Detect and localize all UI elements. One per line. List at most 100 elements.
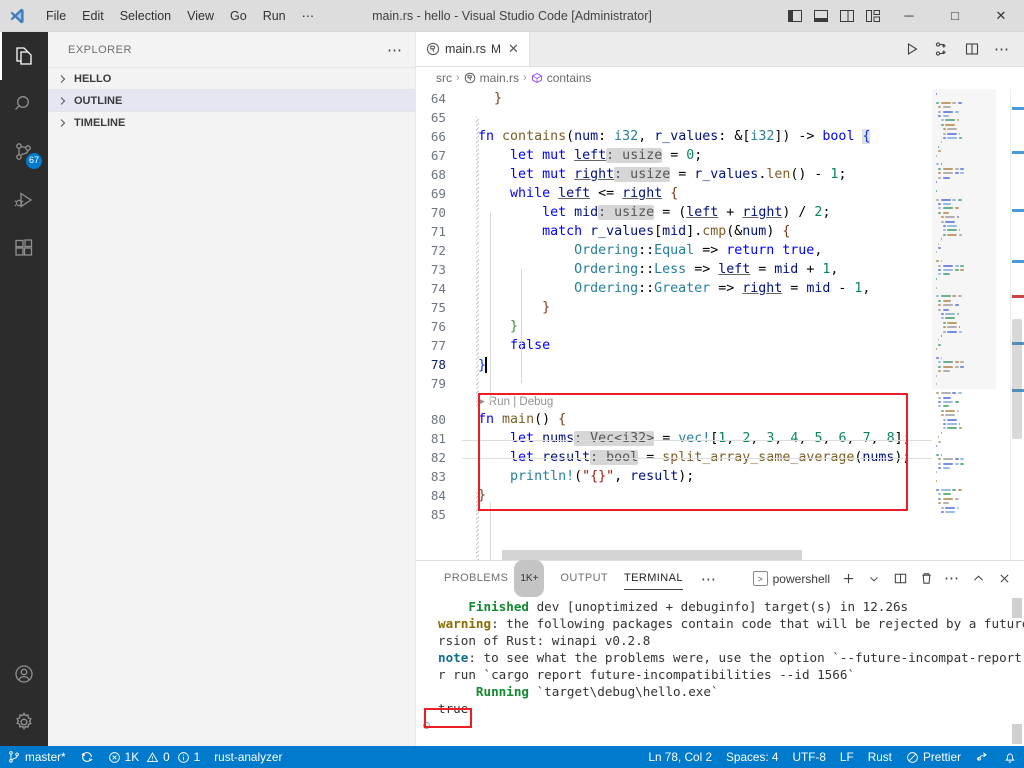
close-panel-icon[interactable]	[992, 565, 1016, 593]
minimap-line	[936, 101, 940, 104]
problems-count-badge: 1K+	[514, 560, 545, 597]
status-remote-window[interactable]	[968, 746, 996, 768]
menu-file[interactable]: File	[38, 0, 74, 32]
panel-tab-terminal[interactable]: TERMINAL	[616, 561, 691, 596]
rust-file-icon	[426, 42, 440, 56]
menu-edit[interactable]: Edit	[74, 0, 112, 32]
status-indentation[interactable]: Spaces: 4	[719, 746, 785, 768]
code-viewport[interactable]: 64 } 65 66 fn contains(num: i32, r_value…	[416, 89, 932, 560]
menu-bar[interactable]: File Edit Selection View Go Run ⋯	[34, 0, 322, 32]
sidebar-section-timeline[interactable]: TIMELINE	[48, 111, 415, 133]
breadcrumb-item-src[interactable]: src	[436, 71, 452, 85]
toggle-panel-icon[interactable]	[808, 0, 834, 32]
breadcrumb-item-main-rs[interactable]: main.rs	[464, 71, 519, 85]
status-notifications[interactable]	[996, 746, 1024, 768]
new-terminal-icon[interactable]	[836, 565, 860, 593]
sidebar-section-outline[interactable]: OUTLINE	[48, 89, 415, 111]
minimap-line	[936, 286, 937, 289]
kill-terminal-icon[interactable]	[914, 565, 938, 593]
code-editor[interactable]: 64 } 65 66 fn contains(num: i32, r_value…	[416, 89, 1024, 560]
terminal-result-value: true	[438, 701, 469, 716]
maximize-button[interactable]: □	[932, 0, 978, 32]
activitybar-item-search[interactable]	[0, 80, 48, 128]
minimap-line	[943, 493, 951, 496]
minimap-line	[942, 137, 946, 139]
activitybar-item-manage[interactable]	[0, 698, 48, 746]
panel-tab-problems[interactable]: PROBLEMS 1K+	[436, 560, 552, 597]
minimap[interactable]	[932, 89, 1010, 560]
terminal-dropdown-icon[interactable]	[862, 565, 886, 593]
terminal-scrollbar-thumb[interactable]	[1012, 598, 1022, 618]
status-branch[interactable]: master*	[0, 746, 73, 768]
minimap-line	[959, 330, 963, 333]
run-debug-split-icon[interactable]	[928, 32, 956, 67]
minimize-button[interactable]: ─	[886, 0, 932, 32]
status-eol[interactable]: LF	[833, 746, 861, 768]
status-encoding[interactable]: UTF-8	[786, 746, 833, 768]
terminal-icon: >	[752, 571, 768, 586]
activitybar-item-extensions[interactable]	[0, 224, 48, 272]
play-icon: ▶	[478, 396, 485, 406]
terminal-output[interactable]: Finished dev [unoptimized + debuginfo] t…	[416, 596, 1024, 746]
sidebar-section-hello[interactable]: HELLO	[48, 67, 415, 89]
minimap-line	[942, 427, 946, 430]
customize-layout-icon[interactable]	[860, 0, 886, 32]
status-rust-analyzer[interactable]: rust-analyzer	[207, 746, 289, 768]
minimap-line	[943, 167, 953, 170]
run-icon[interactable]	[898, 32, 926, 67]
menu-view[interactable]: View	[179, 0, 222, 32]
terminal-prompt-line[interactable]: PS D:\mysetup\gopath\rustcode\hello>	[423, 717, 1024, 734]
line-number: 64	[430, 91, 446, 106]
terminal-selector[interactable]: > powershell	[749, 571, 834, 586]
activitybar-item-explorer[interactable]	[0, 32, 48, 80]
status-sync[interactable]	[73, 746, 101, 768]
status-problems[interactable]: 1K 0 1	[101, 746, 208, 768]
minimap-line	[947, 423, 958, 425]
activitybar-item-source-control[interactable]: 67	[0, 128, 48, 176]
split-terminal-icon[interactable]	[888, 565, 912, 593]
panel-tab-output[interactable]: OUTPUT	[552, 561, 616, 596]
panel-more-actions-icon[interactable]: ⋯	[940, 565, 964, 593]
toggle-secondary-sidebar-icon[interactable]	[834, 0, 860, 32]
minimap-line	[940, 453, 942, 456]
scrollbar-thumb[interactable]	[502, 550, 802, 560]
minimap-line	[940, 357, 942, 359]
close-button[interactable]: ✕	[978, 0, 1024, 32]
menu-go[interactable]: Go	[222, 0, 255, 32]
codelens-run-debug[interactable]: ▶ Run | Debug	[416, 393, 932, 410]
codelens-label[interactable]: Run | Debug	[489, 396, 553, 408]
editor-horizontal-scrollbar[interactable]	[462, 550, 840, 560]
text-cursor	[485, 356, 488, 373]
scrollbar-thumb[interactable]	[1012, 319, 1022, 439]
terminal-line: note: to see what the problems were, use…	[438, 650, 1024, 665]
editor-vertical-scrollbar[interactable]	[1010, 89, 1024, 560]
minimap-line	[945, 506, 956, 509]
editor-more-actions-icon[interactable]: ⋯	[988, 32, 1016, 67]
menu-more[interactable]: ⋯	[294, 0, 323, 32]
status-cursor-position[interactable]: Ln 78, Col 2	[641, 746, 719, 768]
close-icon: ✕	[995, 7, 1007, 23]
maximize-panel-icon[interactable]	[966, 565, 990, 593]
activitybar-item-run-and-debug[interactable]	[0, 176, 48, 224]
split-editor-icon[interactable]	[958, 32, 986, 67]
sidebar-more-actions-icon[interactable]: ⋯	[387, 41, 403, 59]
menu-run[interactable]: Run	[255, 0, 294, 32]
toggle-primary-sidebar-icon[interactable]	[782, 0, 808, 32]
terminal-scrollbar-thumb-2[interactable]	[1012, 724, 1022, 744]
minimap-line	[938, 497, 942, 500]
code-line: 85	[416, 505, 932, 524]
status-cursor-position-label: Ln 78, Col 2	[648, 750, 713, 764]
tab-close-icon[interactable]: ✕	[508, 41, 519, 57]
tab-main-rs[interactable]: main.rs M ✕	[416, 32, 530, 66]
minimap-slider[interactable]	[932, 89, 996, 389]
menu-selection[interactable]: Selection	[112, 0, 179, 32]
panel-more-tabs-icon[interactable]: ⋯	[691, 570, 727, 588]
minimap-line	[938, 493, 942, 496]
minimap-line	[943, 176, 951, 179]
status-language-mode[interactable]: Rust	[861, 746, 899, 768]
code-line: 68 let mut right: usize = r_values.len()…	[416, 165, 932, 184]
breadcrumb-item-contains[interactable]: contains	[531, 71, 591, 85]
activitybar-item-accounts[interactable]	[0, 650, 48, 698]
code-line: 72 Ordering::Equal => return true,	[416, 241, 932, 260]
status-prettier[interactable]: Prettier	[899, 746, 968, 768]
